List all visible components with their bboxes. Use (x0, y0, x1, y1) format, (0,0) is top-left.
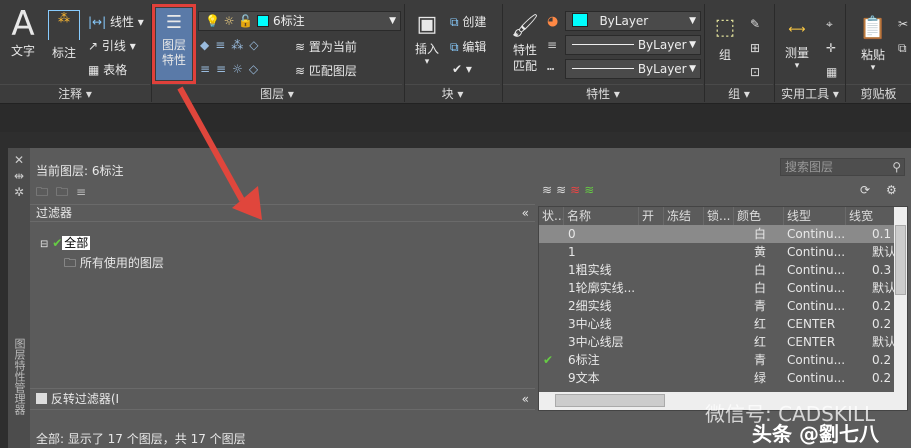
toutiao-watermark: 头条 @劉七八 (752, 422, 879, 446)
annotation-arrow (177, 86, 262, 220)
